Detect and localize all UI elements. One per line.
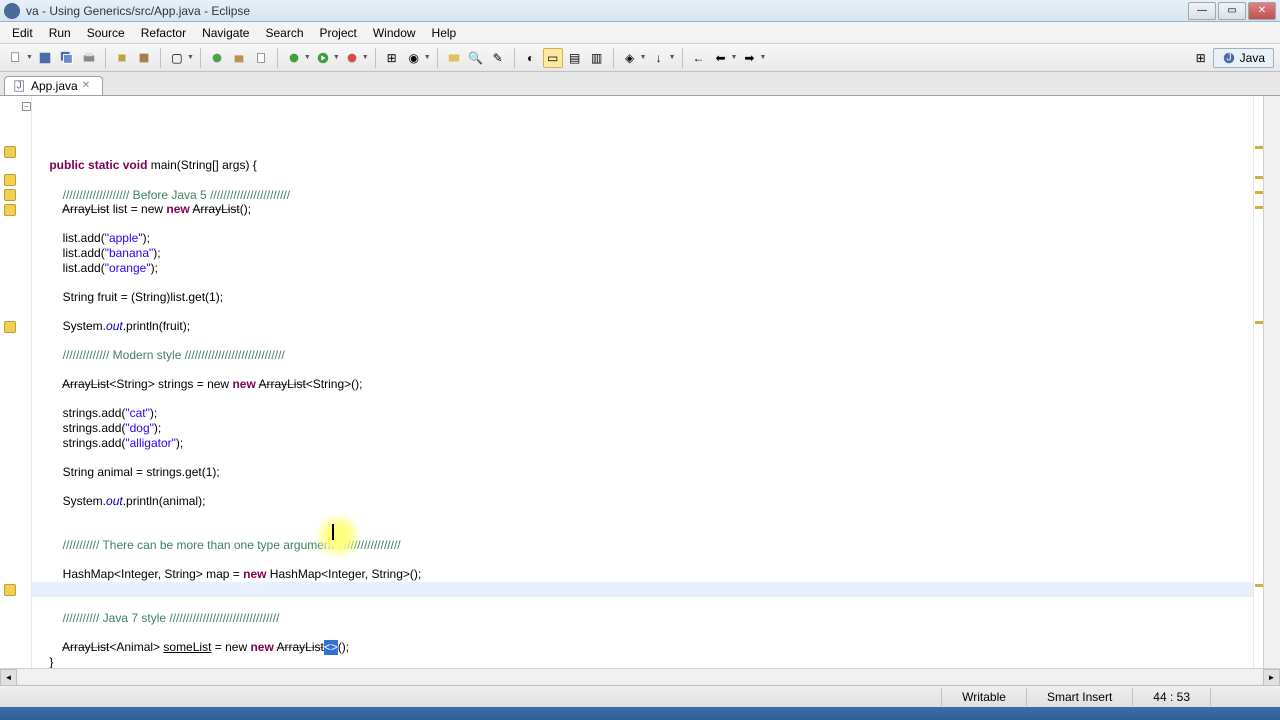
status-bar: Writable Smart Insert 44 : 53 xyxy=(0,685,1280,707)
dropdown-icon[interactable]: ▼ xyxy=(731,54,738,61)
open-type-button[interactable] xyxy=(444,48,464,68)
new-class-button[interactable] xyxy=(207,48,227,68)
taskbar xyxy=(0,707,1280,720)
warning-icon[interactable] xyxy=(4,321,16,333)
overview-marker[interactable] xyxy=(1255,584,1263,587)
warning-icon[interactable] xyxy=(4,146,16,158)
svg-text:J: J xyxy=(17,80,22,92)
scroll-left-button[interactable]: ◄ xyxy=(0,669,17,686)
menu-refactor[interactable]: Refactor xyxy=(133,26,194,40)
status-writable: Writable xyxy=(941,688,1026,706)
dropdown-icon[interactable]: ▼ xyxy=(26,54,33,61)
skip-button[interactable]: ▢ xyxy=(167,48,187,68)
warning-icon[interactable] xyxy=(4,189,16,201)
status-insert: Smart Insert xyxy=(1026,688,1132,706)
dropdown-icon[interactable]: ▼ xyxy=(424,54,431,61)
status-empty xyxy=(1210,688,1270,706)
app-icon xyxy=(4,3,20,19)
editor: − public static void main(String[] args)… xyxy=(0,96,1280,668)
warning-icon[interactable] xyxy=(4,584,16,596)
overview-marker[interactable] xyxy=(1255,321,1263,324)
menu-edit[interactable]: Edit xyxy=(4,26,41,40)
fold-icon[interactable]: − xyxy=(22,102,31,111)
search-button[interactable]: 🔍 xyxy=(466,48,486,68)
new-button[interactable] xyxy=(6,48,26,68)
build-button[interactable] xyxy=(112,48,132,68)
dropdown-icon[interactable]: ▼ xyxy=(759,54,766,61)
menu-run[interactable]: Run xyxy=(41,26,79,40)
back-button[interactable]: ⬅ xyxy=(711,48,731,68)
menu-project[interactable]: Project xyxy=(312,26,365,40)
menu-bar: Edit Run Source Refactor Navigate Search… xyxy=(0,22,1280,44)
print-button[interactable] xyxy=(79,48,99,68)
dropdown-icon[interactable]: ▼ xyxy=(304,54,311,61)
maximize-button[interactable]: ▭ xyxy=(1218,2,1246,20)
window-title: va - Using Generics/src/App.java - Eclip… xyxy=(26,4,1188,18)
toggle-breadcrumb-button[interactable]: ▭ xyxy=(543,48,563,68)
dropdown-icon[interactable]: ▼ xyxy=(187,54,194,61)
menu-source[interactable]: Source xyxy=(79,26,133,40)
code-content: public static void main(String[] args) {… xyxy=(36,158,1253,668)
editor-tabs: J App.java ✕ xyxy=(0,72,1280,96)
scroll-track[interactable] xyxy=(17,669,1263,685)
warning-icon[interactable] xyxy=(4,174,16,186)
close-button[interactable]: ✕ xyxy=(1248,2,1276,20)
next-ann-button[interactable]: ↓ xyxy=(649,48,669,68)
menu-search[interactable]: Search xyxy=(257,26,311,40)
toolbar: ▼ ▢▼ ▼ ▼ ▼ ⊞ ◉▼ 🔍 ✎ ◐ ▭ ▤ ▥ ◈▼ ↓▼ ← ⬅▼ ➡… xyxy=(0,44,1280,72)
dropdown-icon[interactable]: ▼ xyxy=(333,54,340,61)
svg-text:J: J xyxy=(1226,51,1231,63)
menu-navigate[interactable]: Navigate xyxy=(194,26,257,40)
vertical-scrollbar[interactable] xyxy=(1263,96,1280,668)
debug-button[interactable] xyxy=(284,48,304,68)
horizontal-scrollbar[interactable]: ◄ ► xyxy=(0,668,1280,685)
show-whitespace-button[interactable]: ▥ xyxy=(587,48,607,68)
tab-close-icon[interactable]: ✕ xyxy=(82,80,94,92)
new-package-button[interactable] xyxy=(229,48,249,68)
tab-label: App.java xyxy=(31,79,78,93)
save-all-button[interactable] xyxy=(57,48,77,68)
toggle-mark-button[interactable]: ◐ xyxy=(521,48,541,68)
toggle-block-button[interactable]: ▤ xyxy=(565,48,585,68)
overview-marker[interactable] xyxy=(1255,206,1263,209)
menu-window[interactable]: Window xyxy=(365,26,424,40)
text-caret-icon xyxy=(332,524,334,540)
save-button[interactable] xyxy=(35,48,55,68)
window-controls: — ▭ ✕ xyxy=(1188,2,1276,20)
title-bar: va - Using Generics/src/App.java - Eclip… xyxy=(0,0,1280,22)
run-button[interactable] xyxy=(313,48,333,68)
overview-marker[interactable] xyxy=(1255,146,1263,149)
status-position: 44 : 53 xyxy=(1132,688,1210,706)
minimize-button[interactable]: — xyxy=(1188,2,1216,20)
dropdown-icon[interactable]: ▼ xyxy=(669,54,676,61)
new-java-button[interactable]: ⊞ xyxy=(382,48,402,68)
java-file-icon: J xyxy=(13,79,27,93)
menu-help[interactable]: Help xyxy=(424,26,465,40)
code-area[interactable]: public static void main(String[] args) {… xyxy=(32,96,1253,668)
perspective-label: Java xyxy=(1240,51,1265,65)
overview-ruler[interactable] xyxy=(1253,96,1263,668)
task-button[interactable]: ✎ xyxy=(488,48,508,68)
new-plugin-button[interactable]: ◉ xyxy=(404,48,424,68)
toggle-button[interactable] xyxy=(134,48,154,68)
external-button[interactable] xyxy=(342,48,362,68)
last-edit-button[interactable]: ← xyxy=(689,48,709,68)
tab-app-java[interactable]: J App.java ✕ xyxy=(4,76,103,95)
scroll-right-button[interactable]: ► xyxy=(1263,669,1280,686)
overview-marker[interactable] xyxy=(1255,191,1263,194)
forward-button[interactable]: ➡ xyxy=(739,48,759,68)
overview-marker[interactable] xyxy=(1255,176,1263,179)
java-perspective[interactable]: J Java xyxy=(1213,48,1274,68)
open-perspective-button[interactable]: ⊞ xyxy=(1191,48,1211,68)
dropdown-icon[interactable]: ▼ xyxy=(362,54,369,61)
dropdown-icon[interactable]: ▼ xyxy=(640,54,647,61)
new-file-button[interactable] xyxy=(251,48,271,68)
annotate-button[interactable]: ◈ xyxy=(620,48,640,68)
gutter[interactable]: − xyxy=(0,96,32,668)
warning-icon[interactable] xyxy=(4,204,16,216)
